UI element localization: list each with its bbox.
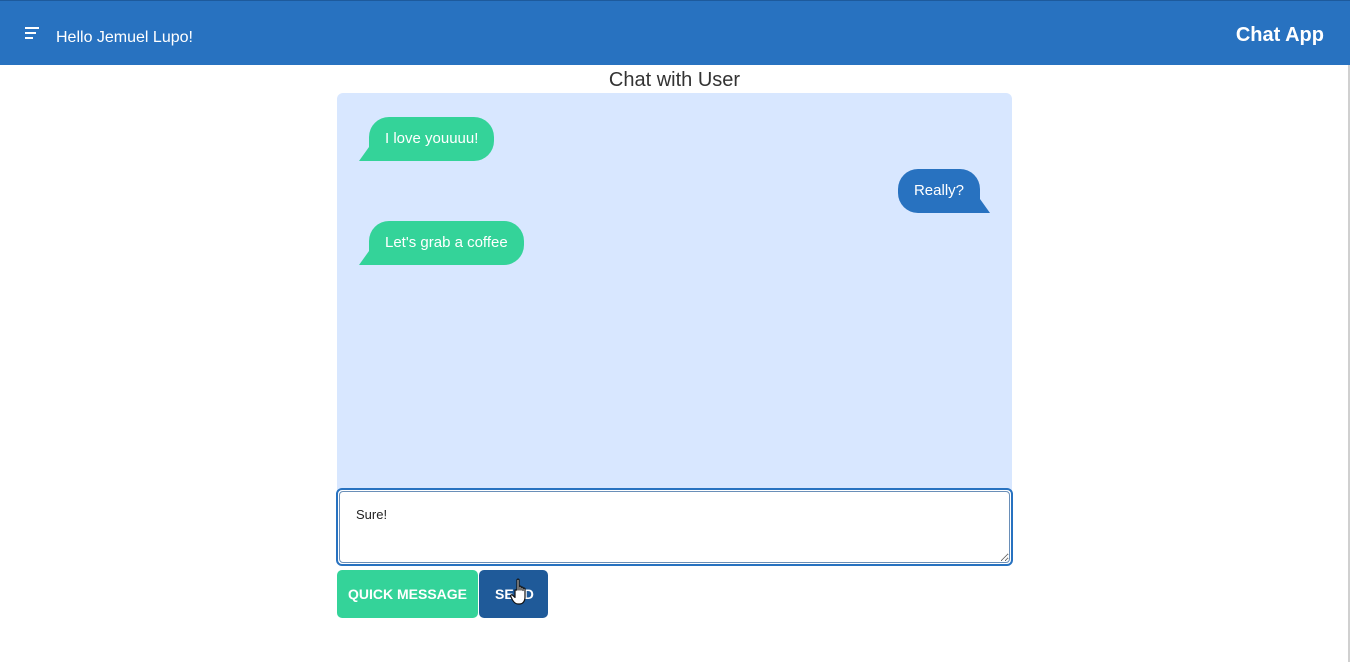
app-header: Hello Jemuel Lupo! Chat App: [0, 0, 1350, 65]
send-button[interactable]: SEND: [479, 570, 548, 618]
chat-title: Chat with User: [608, 69, 741, 91]
greeting-text: Hello Jemuel Lupo!: [56, 29, 193, 46]
chat-messages-panel[interactable]: I love youuuu! Really? Let's grab a coff…: [337, 93, 1012, 493]
quick-message-button[interactable]: QUICK MESSAGE: [337, 570, 478, 618]
message-bubble-incoming: Let's grab a coffee: [369, 221, 524, 265]
message-input-container: [336, 488, 1013, 566]
message-input[interactable]: [339, 491, 1010, 563]
hamburger-menu-icon[interactable]: [20, 23, 44, 43]
message-bubble-incoming: I love youuuu!: [369, 117, 495, 161]
message-bubble-outgoing: Really?: [897, 169, 980, 213]
app-title: Chat App: [1235, 24, 1324, 46]
